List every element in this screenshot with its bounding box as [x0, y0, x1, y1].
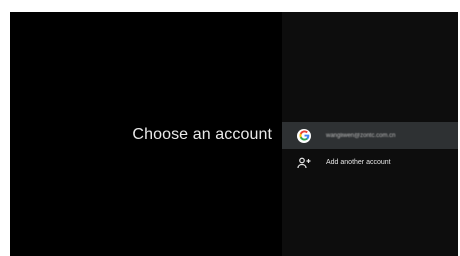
- account-list: wangliwen@zontc.com.cn Add another accou…: [282, 122, 458, 176]
- account-list-pane: wangliwen@zontc.com.cn Add another accou…: [282, 12, 458, 256]
- title-pane: Choose an account: [10, 12, 282, 256]
- add-person-icon: [296, 155, 312, 171]
- add-account-item[interactable]: Add another account: [282, 149, 458, 176]
- google-logo-icon: [296, 128, 312, 144]
- account-email-label: wangliwen@zontc.com.cn: [326, 132, 396, 139]
- page-title: Choose an account: [132, 126, 272, 143]
- account-item-google[interactable]: wangliwen@zontc.com.cn: [282, 122, 458, 149]
- add-account-label: Add another account: [326, 159, 391, 166]
- account-chooser-screen: Choose an account wangliwen@zontc.com.cn: [10, 12, 458, 256]
